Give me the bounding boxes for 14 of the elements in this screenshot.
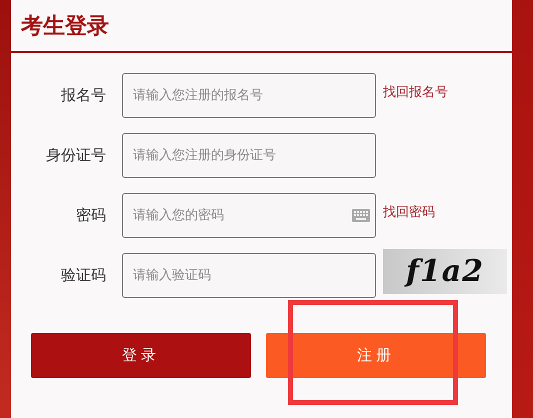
- login-button[interactable]: 登录: [31, 333, 251, 378]
- login-title: 考生登录: [21, 16, 109, 38]
- recover-link[interactable]: 找回报名号: [383, 82, 448, 102]
- input-field[interactable]: 请输入验证码: [122, 253, 376, 298]
- input-field[interactable]: 请输入您的密码: [122, 193, 376, 238]
- captcha-image[interactable]: f1a2: [383, 249, 507, 294]
- keyboard-icon[interactable]: [352, 209, 370, 222]
- input-field[interactable]: 请输入您注册的身份证号: [122, 133, 376, 178]
- recover-link[interactable]: 找回密码: [383, 202, 435, 222]
- input-field[interactable]: 请输入您注册的报名号: [122, 73, 376, 118]
- field-label: 验证码: [61, 268, 106, 283]
- field-label: 密码: [76, 208, 106, 223]
- field-label: 报名号: [61, 88, 106, 103]
- field-label: 身份证号: [46, 148, 106, 163]
